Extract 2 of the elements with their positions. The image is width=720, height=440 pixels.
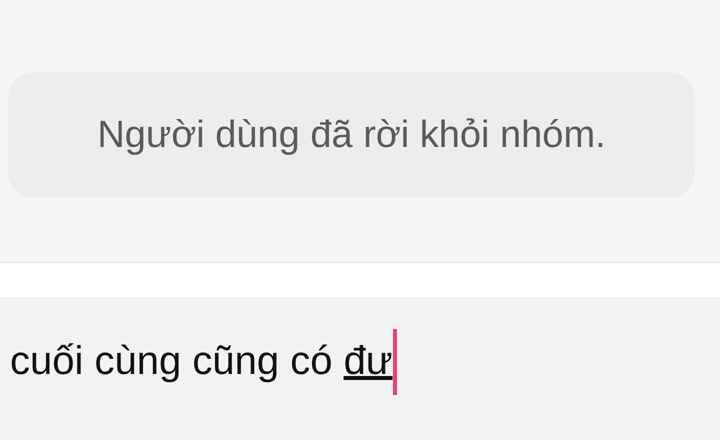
text-cursor [392, 329, 397, 395]
system-message: Người dùng đã rời khỏi nhóm. [8, 72, 695, 198]
